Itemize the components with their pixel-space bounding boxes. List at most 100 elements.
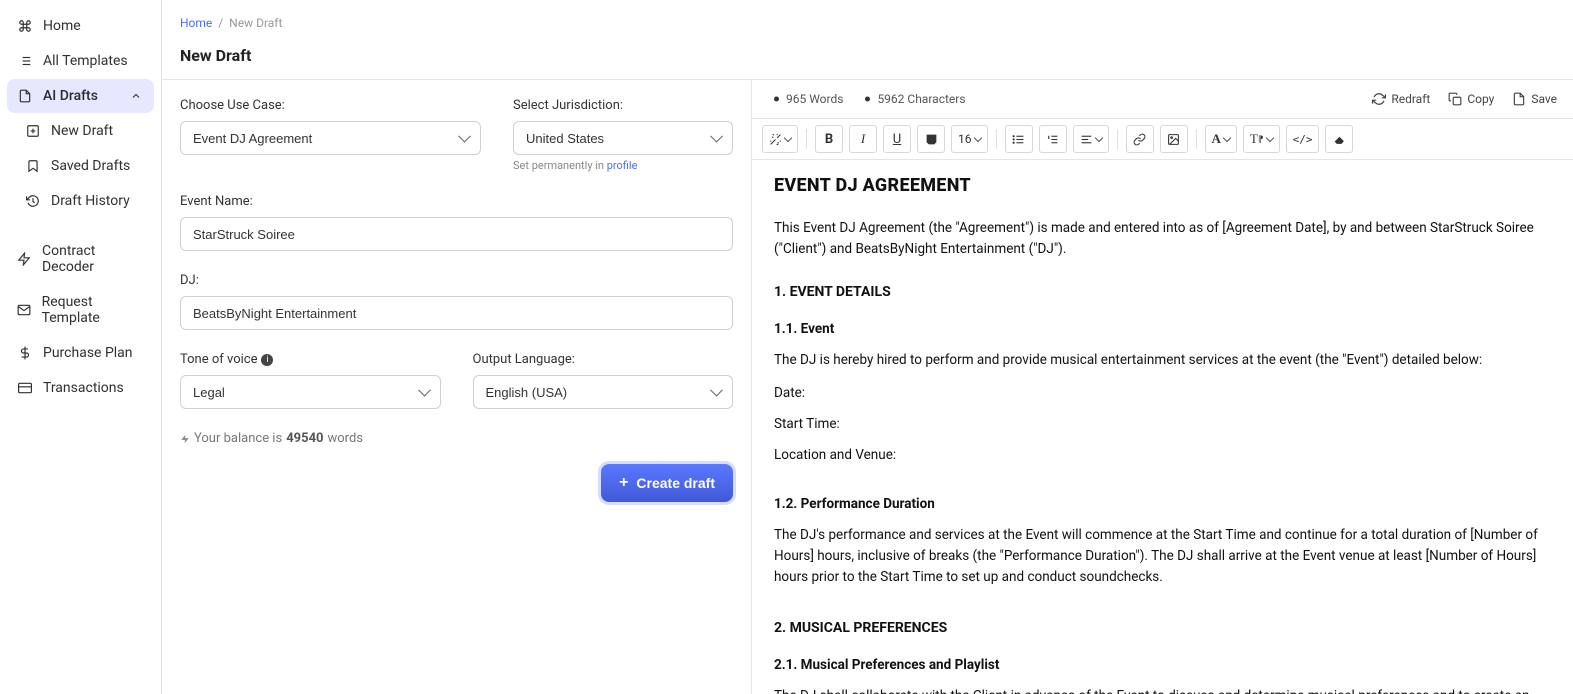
copy-button[interactable]: Copy xyxy=(1448,92,1494,106)
doc-start-time-line: Start Time: xyxy=(774,414,1545,435)
balance-line: Your balance is 49540 words xyxy=(180,431,733,446)
sidebar-item-draft-history[interactable]: Draft History xyxy=(15,184,154,218)
eraser-icon xyxy=(1333,133,1346,146)
jurisdiction-label: Select Jurisdiction: xyxy=(513,98,733,113)
doc-subsection-1-1: 1.1. Event xyxy=(774,319,1545,340)
command-icon xyxy=(17,18,33,34)
page-title: New Draft xyxy=(162,36,1573,79)
dollar-icon xyxy=(17,345,33,361)
sidebar-item-ai-drafts[interactable]: AI Drafts xyxy=(7,79,154,113)
use-case-select[interactable] xyxy=(180,121,481,155)
redraft-button[interactable]: Redraft xyxy=(1372,92,1430,106)
code-view-button[interactable]: </> xyxy=(1286,125,1320,153)
doc-paragraph: The DJ shall collaborate with the Client… xyxy=(774,686,1545,694)
doc-intro: This Event DJ Agreement (the "Agreement"… xyxy=(774,218,1545,260)
sidebar-item-label: Contract Decoder xyxy=(42,243,144,275)
doc-title: EVENT DJ AGREEMENT xyxy=(774,172,1545,200)
magic-button[interactable] xyxy=(762,125,798,153)
eraser-button[interactable] xyxy=(1325,125,1353,153)
sidebar-item-all-templates[interactable]: All Templates xyxy=(7,44,154,78)
numbered-list-icon xyxy=(1046,133,1059,146)
credit-card-icon xyxy=(17,380,33,396)
doc-subsection-2-1: 2.1. Musical Preferences and Playlist xyxy=(774,655,1545,676)
bookmark-icon xyxy=(25,158,41,174)
main-content: Home / New Draft New Draft Choose Use Ca… xyxy=(162,0,1573,694)
doc-section-2: 2. MUSICAL PREFERENCES xyxy=(774,618,1545,640)
text-color-button[interactable]: A xyxy=(1205,125,1237,153)
wand-icon xyxy=(769,133,782,146)
sidebar-item-label: Saved Drafts xyxy=(51,158,130,174)
word-count: 965 Words xyxy=(774,92,843,106)
sidebar-item-label: Draft History xyxy=(51,193,130,209)
balance-value: 49540 xyxy=(286,431,323,446)
dj-label: DJ: xyxy=(180,273,733,288)
output-language-select[interactable] xyxy=(473,375,734,409)
doc-section-1: 1. EVENT DETAILS xyxy=(774,282,1545,304)
link-button[interactable] xyxy=(1126,125,1154,153)
plus-square-icon xyxy=(25,123,41,139)
document-editor[interactable]: EVENT DJ AGREEMENT This Event DJ Agreeme… xyxy=(752,160,1573,694)
font-size-button[interactable]: 16 xyxy=(951,125,988,153)
save-button[interactable]: Save xyxy=(1512,92,1557,106)
paragraph-format-button[interactable]: T⁋ xyxy=(1243,125,1280,153)
sidebar-item-label: Transactions xyxy=(43,380,124,396)
plus-icon: + xyxy=(619,474,628,492)
align-icon xyxy=(1080,133,1093,146)
sidebar-item-label: AI Drafts xyxy=(43,88,98,104)
image-icon xyxy=(1167,133,1180,146)
list-icon xyxy=(17,53,33,69)
draft-form: Choose Use Case: Select Jurisdiction: Se… xyxy=(162,80,752,694)
doc-paragraph: The DJ's performance and services at the… xyxy=(774,525,1545,588)
link-icon xyxy=(1133,133,1146,146)
numbered-list-button[interactable] xyxy=(1039,125,1067,153)
sidebar-item-label: Home xyxy=(43,18,81,34)
jurisdiction-hint: Set permanently in profile xyxy=(513,159,733,172)
event-name-label: Event Name: xyxy=(180,194,733,209)
doc-subsection-1-2: 1.2. Performance Duration xyxy=(774,494,1545,515)
sidebar-item-label: Purchase Plan xyxy=(43,345,133,361)
italic-button[interactable]: I xyxy=(849,125,877,153)
save-icon xyxy=(1512,92,1526,106)
sidebar-item-contract-decoder[interactable]: Contract Decoder xyxy=(7,234,154,284)
sidebar-item-purchase-plan[interactable]: Purchase Plan xyxy=(7,336,154,370)
refresh-icon xyxy=(1372,92,1386,106)
event-name-input[interactable] xyxy=(180,217,733,251)
document-icon xyxy=(17,88,33,104)
history-icon xyxy=(25,193,41,209)
sidebar-item-label: New Draft xyxy=(51,123,113,139)
doc-location-line: Location and Venue: xyxy=(774,445,1545,466)
align-button[interactable] xyxy=(1073,125,1109,153)
bold-button[interactable]: B xyxy=(815,125,843,153)
tone-label: Tone of voicei xyxy=(180,352,441,367)
image-button[interactable] xyxy=(1160,125,1188,153)
jurisdiction-select[interactable] xyxy=(513,121,733,155)
sidebar-item-new-draft[interactable]: New Draft xyxy=(15,114,154,148)
bullet-list-button[interactable] xyxy=(1005,125,1033,153)
dj-input[interactable] xyxy=(180,296,733,330)
sidebar-item-saved-drafts[interactable]: Saved Drafts xyxy=(15,149,154,183)
chevron-up-icon xyxy=(128,88,144,104)
breadcrumb-separator: / xyxy=(218,16,223,30)
sidebar-item-home[interactable]: Home xyxy=(7,9,154,43)
underline-button[interactable]: U xyxy=(883,125,911,153)
bolt-icon xyxy=(17,251,32,267)
highlight-button[interactable] xyxy=(917,125,945,153)
highlight-icon xyxy=(925,133,938,146)
breadcrumb-current: New Draft xyxy=(229,16,282,30)
character-count: 5962 Characters xyxy=(865,92,965,106)
doc-date-line: Date: xyxy=(774,383,1545,404)
sidebar-item-label: Request Template xyxy=(42,294,144,326)
mail-icon xyxy=(17,302,32,318)
sidebar-item-request-template[interactable]: Request Template xyxy=(7,285,154,335)
create-draft-button[interactable]: + Create draft xyxy=(601,464,733,502)
create-draft-button-label: Create draft xyxy=(636,475,715,491)
breadcrumb: Home / New Draft xyxy=(162,0,1573,36)
sidebar-item-transactions[interactable]: Transactions xyxy=(7,371,154,405)
sidebar: Home All Templates AI Drafts New Draft xyxy=(0,0,162,694)
profile-link[interactable]: profile xyxy=(607,159,638,172)
output-language-label: Output Language: xyxy=(473,352,734,367)
breadcrumb-home-link[interactable]: Home xyxy=(180,16,212,30)
tone-select[interactable] xyxy=(180,375,441,409)
sidebar-item-label: All Templates xyxy=(43,53,128,69)
doc-paragraph: The DJ is hereby hired to perform and pr… xyxy=(774,350,1545,371)
